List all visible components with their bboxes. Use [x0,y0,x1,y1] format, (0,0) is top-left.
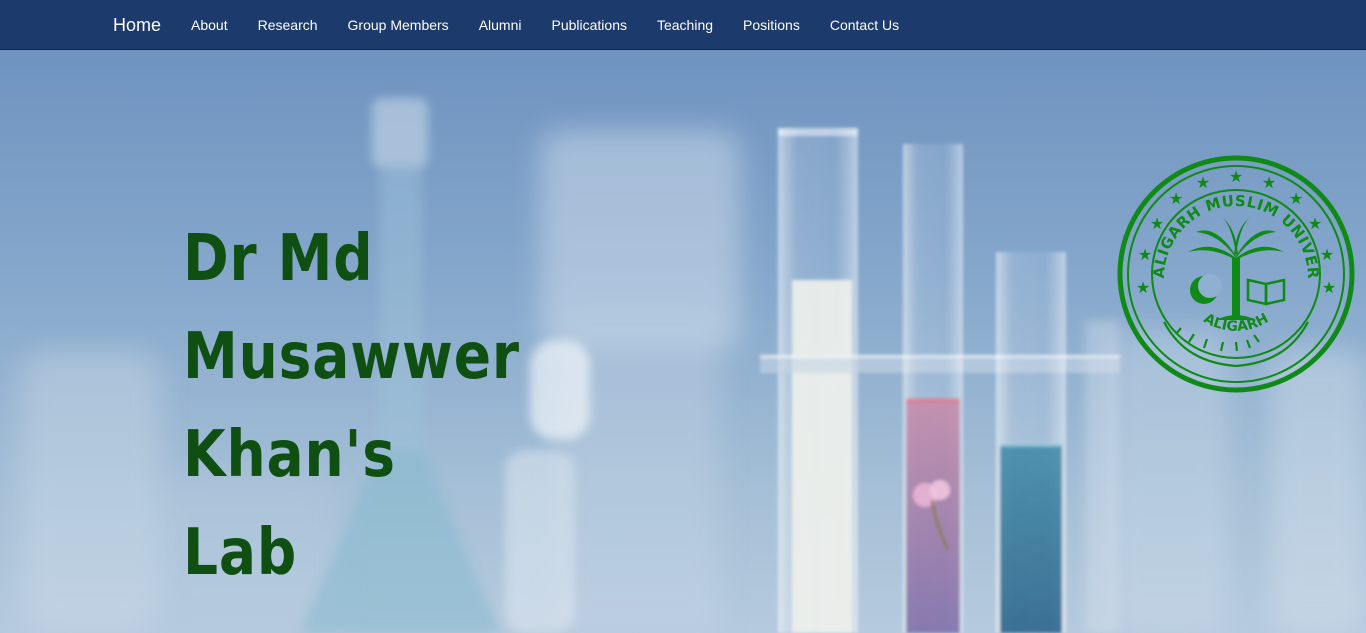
nav-link-research[interactable]: Research [243,17,333,33]
svg-text:★: ★ [1308,214,1322,233]
nav-link-publications[interactable]: Publications [536,17,642,33]
top-navbar: Home About Research Group Members Alumni… [0,0,1366,50]
aligarh-muslim-university-seal: ★ ★ ★ ★ ★ ★ ★ ★ ★ ★ ★ THE ALIGARH MUSLIM… [1116,154,1355,393]
svg-text:★: ★ [1169,189,1183,208]
svg-text:★: ★ [1262,173,1276,192]
lab-title: Dr Md Musawwer Khan's Lab [183,210,519,602]
lab-title-line-2: Musawwer [183,320,520,394]
lab-title-line-1: Dr Md [183,222,374,296]
svg-text:★: ★ [1289,189,1303,208]
nav-link-group-members[interactable]: Group Members [333,17,464,33]
nav-link-contact-us[interactable]: Contact Us [815,17,914,33]
hero-banner: Dr Md Musawwer Khan's Lab ★ ★ ★ ★ ★ ★ ★ … [0,50,1366,633]
nav-link-alumni[interactable]: Alumni [464,17,537,33]
nav-link-positions[interactable]: Positions [728,17,815,33]
svg-text:★: ★ [1150,214,1164,233]
open-book-icon [1246,278,1286,306]
svg-text:★: ★ [1136,278,1150,297]
svg-text:★: ★ [1196,173,1210,192]
crescent-icon [1190,274,1222,304]
nav-home-link[interactable]: Home [98,15,176,36]
svg-text:★: ★ [1322,278,1336,297]
lab-title-line-3: Khan's Lab [183,418,396,590]
svg-text:★: ★ [1229,167,1243,186]
nav-link-about[interactable]: About [176,17,243,33]
svg-text:★: ★ [1138,245,1152,264]
svg-text:★: ★ [1320,245,1334,264]
nav-links: Home About Research Group Members Alumni… [98,0,914,50]
nav-link-teaching[interactable]: Teaching [642,17,728,33]
